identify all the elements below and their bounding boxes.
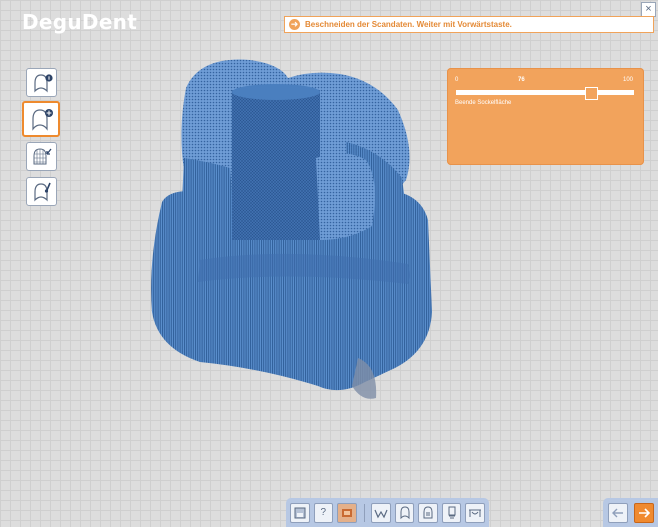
save-button[interactable] bbox=[290, 502, 310, 523]
arrow-left-icon bbox=[611, 508, 623, 517]
bridge-icon bbox=[469, 509, 482, 517]
slider-thumb[interactable] bbox=[584, 87, 598, 100]
slider-value-label: 76 bbox=[518, 77, 525, 83]
close-icon[interactable]: × bbox=[641, 2, 656, 17]
forward-button[interactable] bbox=[633, 502, 654, 523]
jaw-view-button[interactable] bbox=[371, 502, 391, 523]
scan-model-viewport[interactable] bbox=[140, 50, 450, 410]
tooth-outline-icon bbox=[400, 505, 410, 519]
tooth-detail-button[interactable] bbox=[418, 502, 438, 523]
save-icon bbox=[294, 507, 306, 518]
tooth-info-icon bbox=[33, 73, 53, 92]
bridge-button[interactable] bbox=[465, 502, 485, 523]
tooth-detail-icon bbox=[423, 505, 433, 518]
slider-track[interactable] bbox=[456, 90, 634, 95]
instruction-bar: ➜ Beschneiden der Scandaten. Weiter mit … bbox=[284, 16, 654, 33]
slider-min-label: 0 bbox=[455, 77, 459, 83]
slider-max-label: 100 bbox=[623, 77, 634, 83]
arrow-right-circle-icon: ➜ bbox=[289, 19, 300, 30]
arrow-right-icon bbox=[638, 507, 650, 518]
instruction-text: Beschneiden der Scandaten. Weiter mit Vo… bbox=[305, 20, 512, 29]
tooth-scan-model bbox=[151, 59, 432, 399]
back-button[interactable] bbox=[607, 502, 628, 523]
image-button[interactable] bbox=[337, 502, 357, 523]
bottom-toolbar: ? bbox=[286, 498, 489, 527]
tooth-brush-icon bbox=[33, 182, 51, 201]
navigation-bar bbox=[603, 498, 658, 527]
tool-tooth-add-button[interactable] bbox=[22, 101, 60, 137]
tooth-add-icon bbox=[32, 109, 53, 131]
implant-icon bbox=[448, 506, 456, 518]
help-button[interactable]: ? bbox=[313, 502, 333, 523]
jaw-icon bbox=[374, 509, 388, 518]
app-logo: DeguDent bbox=[22, 10, 138, 34]
panel-caption: Beende Sockelfläche bbox=[455, 100, 512, 106]
mesh-arrow-icon bbox=[33, 147, 52, 164]
toolbar-divider bbox=[363, 503, 365, 522]
single-tooth-button[interactable] bbox=[394, 502, 415, 523]
implant-button[interactable] bbox=[441, 502, 462, 523]
image-icon bbox=[341, 508, 352, 517]
tool-mesh-arrow-button[interactable] bbox=[26, 142, 57, 171]
tool-tooth-info-button[interactable] bbox=[26, 68, 57, 97]
tool-tooth-brush-button[interactable] bbox=[26, 177, 57, 206]
base-height-panel: 0 76 100 Beende Sockelfläche bbox=[447, 68, 644, 165]
app-window: DeguDent × ➜ Beschneiden der Scandaten. … bbox=[0, 0, 658, 527]
